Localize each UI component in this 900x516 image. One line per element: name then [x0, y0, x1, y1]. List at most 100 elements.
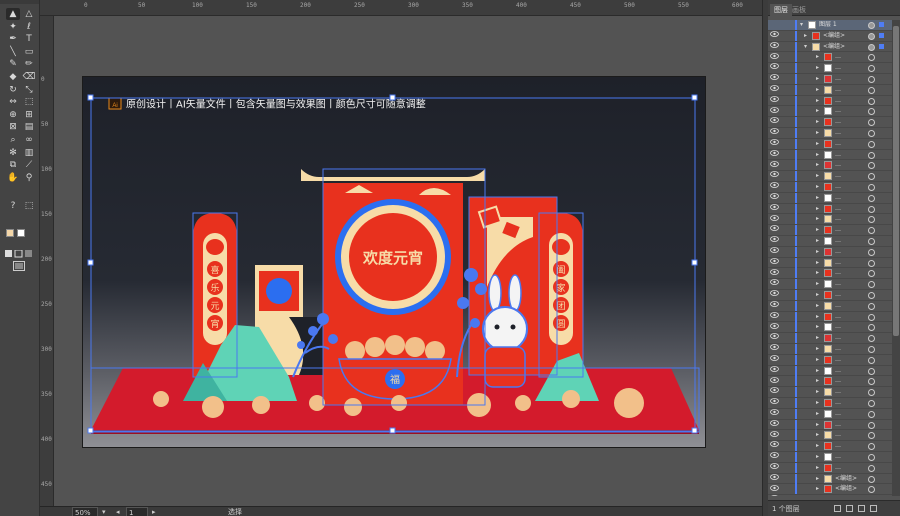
layer-row[interactable]: ▸… — [768, 52, 892, 70]
layer-name[interactable]: … — [835, 85, 841, 95]
blend-tool[interactable]: ∞ — [22, 134, 36, 146]
selected-art-indicator[interactable] — [879, 43, 884, 49]
layer-name[interactable]: … — [835, 268, 841, 278]
direct-selection-tool[interactable]: △ — [22, 8, 36, 20]
layer-name[interactable]: … — [835, 333, 841, 343]
target-circle-icon[interactable] — [868, 302, 875, 310]
visibility-eye-icon[interactable] — [770, 227, 779, 243]
artboard-extra-icon[interactable]: ⬚ — [22, 200, 36, 212]
layer-name[interactable]: … — [835, 409, 841, 419]
expand-triangle-icon[interactable]: ▸ — [816, 302, 821, 309]
layer-row[interactable]: ▸… — [768, 214, 892, 232]
layer-row[interactable]: ▸… — [768, 138, 892, 156]
visibility-eye-icon[interactable] — [770, 260, 779, 275]
layer-row[interactable]: ▸… — [768, 236, 892, 253]
layer-row[interactable]: ▸ <编组> — [768, 30, 892, 48]
target-circle-icon[interactable] — [868, 97, 875, 105]
expand-triangle-icon[interactable]: ▸ — [816, 130, 821, 136]
target-circle-icon[interactable] — [868, 259, 875, 267]
layer-name[interactable]: … — [835, 420, 841, 430]
layer-row[interactable]: ▸… — [768, 192, 892, 210]
layer-name[interactable]: … — [835, 96, 841, 106]
visibility-eye-icon[interactable] — [770, 346, 779, 361]
layers-scrollbar-thumb[interactable] — [893, 26, 899, 336]
layer-row[interactable]: ▸… — [768, 160, 892, 178]
target-circle-icon[interactable] — [868, 76, 875, 83]
expand-triangle-icon[interactable]: ▸ — [816, 313, 821, 320]
layer-name[interactable]: … — [835, 441, 841, 451]
pencil-tool[interactable]: ✏ — [22, 58, 36, 70]
hand-tool[interactable]: ✋ — [6, 172, 20, 184]
layer-name[interactable]: … — [835, 117, 841, 127]
layer-row[interactable]: ▸… — [768, 419, 892, 437]
layer-row[interactable]: ▸… — [768, 344, 892, 361]
layer-name[interactable]: … — [835, 355, 841, 365]
target-circle-icon[interactable] — [868, 173, 875, 181]
layer-row[interactable]: ▸… — [768, 225, 892, 243]
layer-name[interactable]: … — [835, 430, 841, 440]
blob-brush-tool[interactable]: ◆ — [6, 71, 20, 83]
make-clipping-mask-icon[interactable] — [834, 505, 841, 512]
vertical-ruler[interactable]: 0 50 100 150 200 250 300 350 400 450 — [40, 16, 54, 506]
layer-name[interactable]: … — [835, 150, 841, 160]
layer-row[interactable]: ▸… — [768, 128, 892, 145]
eyedropper-tool[interactable]: ⌕ — [6, 134, 20, 146]
visibility-eye-icon[interactable] — [770, 486, 779, 496]
layer-name[interactable]: <编组> — [823, 42, 845, 52]
target-circle-icon[interactable] — [868, 54, 875, 62]
target-circle-icon[interactable] — [868, 313, 875, 321]
layer-name[interactable]: … — [835, 452, 841, 462]
target-circle-icon[interactable] — [868, 43, 875, 51]
target-circle-icon[interactable] — [868, 432, 875, 440]
horizontal-ruler[interactable]: 0 50 100 150 200 250 300 350 400 450 500 550 600 — [40, 0, 762, 16]
target-circle-icon[interactable] — [868, 475, 875, 483]
line-tool[interactable]: ╲ — [6, 46, 20, 58]
layer-row[interactable]: ▸… — [768, 84, 892, 102]
layer-row[interactable]: ▸… — [768, 333, 892, 351]
expand-triangle-icon[interactable]: ▸ — [816, 292, 821, 298]
target-circle-icon[interactable] — [868, 108, 875, 116]
layer-name[interactable]: … — [835, 258, 841, 268]
visibility-eye-icon[interactable] — [770, 465, 779, 480]
layer-name[interactable]: … — [835, 214, 841, 224]
artboard-number-field[interactable]: 1 — [126, 507, 148, 516]
lasso-tool[interactable]: ℓ — [22, 21, 36, 33]
layer-row[interactable]: ▸ <编组> — [768, 484, 892, 496]
expand-triangle-icon[interactable]: ▸ — [816, 464, 821, 471]
screen-mode-icon[interactable] — [13, 256, 25, 271]
scale-tool[interactable]: ⤡ — [22, 84, 36, 96]
layer-row[interactable]: ▸… — [768, 95, 892, 113]
layer-row[interactable]: ▸… — [768, 290, 892, 307]
zoom-tool[interactable]: ⚲ — [22, 172, 36, 184]
layer-row[interactable]: ▸… — [768, 257, 892, 275]
expand-triangle-icon[interactable]: ▸ — [816, 454, 821, 460]
layer-row-top[interactable]: ▾ 图层 1 — [768, 20, 892, 37]
paintbrush-tool[interactable]: ✎ — [6, 58, 20, 70]
zoom-dropdown-icon[interactable]: ▾ — [102, 507, 110, 516]
visibility-eye-icon[interactable] — [770, 238, 779, 253]
drawing-modes-icon[interactable] — [5, 243, 35, 258]
expand-triangle-icon[interactable]: ▸ — [816, 421, 821, 428]
expand-triangle-icon[interactable]: ▸ — [816, 443, 821, 449]
layer-name[interactable]: … — [835, 128, 841, 138]
layer-name[interactable]: … — [835, 236, 841, 246]
expand-triangle-icon[interactable]: ▸ — [816, 216, 821, 222]
visibility-eye-icon[interactable] — [770, 270, 779, 286]
target-circle-icon[interactable] — [868, 400, 875, 407]
expand-triangle-icon[interactable]: ▸ — [816, 324, 821, 330]
expand-triangle-icon[interactable]: ▸ — [816, 205, 821, 212]
visibility-eye-icon[interactable] — [770, 54, 779, 70]
visibility-eye-icon[interactable] — [770, 400, 779, 415]
target-circle-icon[interactable] — [868, 22, 875, 29]
layer-name[interactable]: … — [835, 182, 841, 192]
layer-row[interactable]: ▸… — [768, 74, 892, 91]
expand-triangle-icon[interactable]: ▸ — [816, 76, 821, 82]
layer-row[interactable]: ▸… — [768, 430, 892, 448]
visibility-eye-icon[interactable] — [770, 314, 779, 329]
visibility-eye-icon[interactable] — [770, 292, 779, 307]
layer-row[interactable]: ▸… — [768, 452, 892, 469]
expand-triangle-icon[interactable]: ▸ — [816, 367, 821, 374]
layer-row[interactable]: ▸… — [768, 311, 892, 329]
column-graph-tool[interactable]: ▥ — [22, 147, 36, 159]
visibility-eye-icon[interactable] — [770, 76, 779, 91]
